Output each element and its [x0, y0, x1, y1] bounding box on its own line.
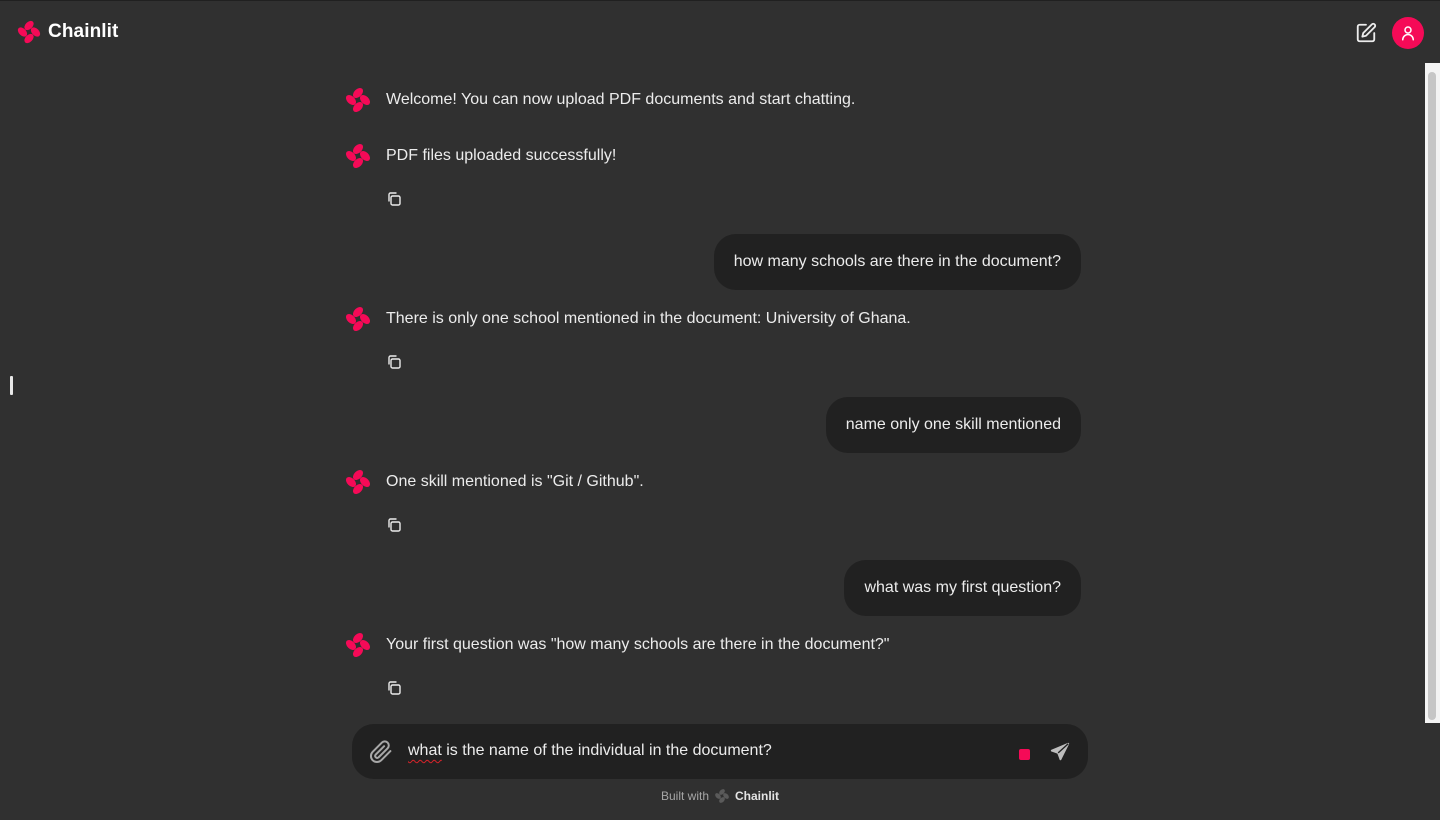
attach-file-button[interactable] — [368, 739, 394, 765]
copy-icon — [388, 518, 401, 532]
message-composer: what is the name of the individual in th… — [352, 724, 1088, 779]
copy-button[interactable] — [384, 352, 404, 372]
message-text: One skill mentioned is "Git / Github". — [386, 473, 644, 490]
assistant-avatar-icon — [345, 306, 371, 332]
assistant-avatar-icon — [345, 87, 371, 113]
message-text: PDF files uploaded successfully! — [386, 147, 617, 164]
message-text: Your first question was "how many school… — [386, 636, 890, 653]
edit-icon — [1356, 22, 1377, 43]
built-with-label: Built with — [660, 789, 710, 803]
user-message: name only one skill mentioned — [825, 397, 1081, 453]
stop-button[interactable] — [1019, 749, 1030, 760]
paperclip-icon — [370, 740, 392, 763]
send-button[interactable] — [1048, 740, 1072, 764]
copy-icon — [388, 355, 401, 369]
header: Chainlit — [0, 1, 1440, 63]
assistant-avatar-icon — [345, 143, 371, 169]
message-input[interactable]: what is the name of the individual in th… — [408, 741, 772, 761]
input-text-rest: is the name of the individual in the doc… — [441, 742, 772, 759]
copy-icon — [388, 681, 401, 695]
user-message: what was my first question? — [844, 560, 1081, 616]
footer: Built with Chainlit — [0, 788, 1440, 804]
sidebar-toggle-handle[interactable] — [10, 376, 13, 395]
brand-name: Chainlit — [48, 21, 119, 42]
copy-button[interactable] — [384, 515, 404, 535]
copy-icon — [388, 192, 401, 206]
chainlit-logo-icon — [17, 20, 41, 44]
copy-button[interactable] — [384, 189, 404, 209]
chainlit-footer-logo-icon — [715, 789, 729, 803]
user-message: how many schools are there in the docume… — [713, 234, 1081, 290]
scrollbar[interactable] — [1425, 63, 1440, 723]
send-icon — [1050, 742, 1070, 761]
message-text: Welcome! You can now upload PDF document… — [386, 91, 856, 108]
assistant-avatar-icon — [345, 632, 371, 658]
assistant-avatar-icon — [345, 469, 371, 495]
user-menu-button[interactable] — [1392, 17, 1424, 49]
footer-brand-link[interactable]: Chainlit — [735, 789, 779, 803]
input-text-misspelled-word: what — [408, 742, 442, 759]
scrollbar-thumb[interactable] — [1428, 72, 1436, 720]
message-text: There is only one school mentioned in th… — [386, 310, 911, 327]
brand[interactable]: Chainlit — [16, 19, 118, 45]
user-icon — [1402, 26, 1414, 41]
new-chat-button[interactable] — [1353, 20, 1379, 46]
copy-button[interactable] — [384, 678, 404, 698]
chat-page: Chainlit Welcome! You can now upload PDF… — [0, 0, 1440, 820]
